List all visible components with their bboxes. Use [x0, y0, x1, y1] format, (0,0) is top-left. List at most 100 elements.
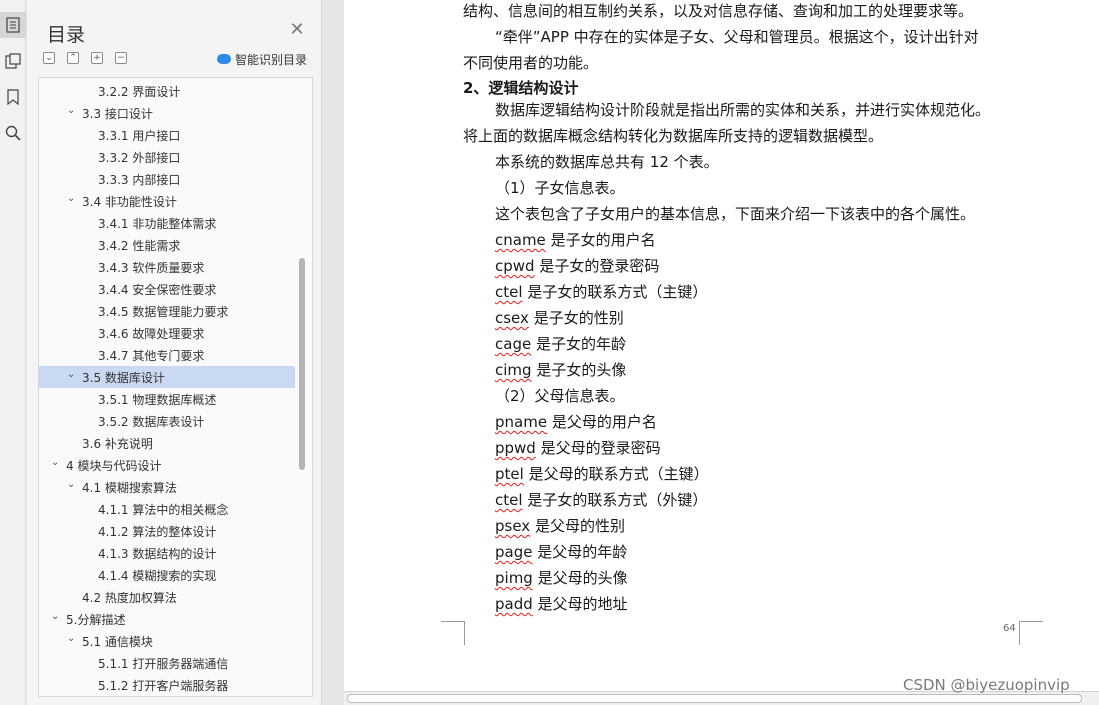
- toc-item[interactable]: 4.1.3 数据结构的设计: [39, 542, 295, 564]
- line-text: 是父母的地址: [537, 595, 628, 613]
- toc-item[interactable]: 4.2 热度加权算法: [39, 586, 295, 608]
- toc-item[interactable]: ⌄ 3.3 接口设计: [39, 102, 295, 124]
- line-text: 是父母的登录密码: [540, 439, 661, 457]
- document-paragraph-line: cage 是子女的年龄: [495, 334, 626, 354]
- document-paragraph-line: 数据库逻辑结构设计阶段就是指出所需的实体和关系，并进行实体规范化。: [495, 100, 990, 120]
- add-heading-icon[interactable]: +: [91, 52, 103, 64]
- chevron-down-icon[interactable]: ⌄: [67, 106, 77, 116]
- toc-scrollbar[interactable]: [294, 78, 312, 696]
- toc-item[interactable]: 3.4.3 软件质量要求: [39, 256, 295, 278]
- toc-item[interactable]: ⌄ 5.1 通信模块: [39, 630, 295, 652]
- document-paragraph-line: “牵伴”APP 中存在的实体是子女、父母和管理员。根据这个，设计出针对: [495, 27, 979, 47]
- toc-item[interactable]: 3.5.2 数据库表设计: [39, 410, 295, 432]
- toc-item-label: 5.1.2 打开客户端服务器: [98, 678, 229, 693]
- toc-item[interactable]: ⌄ 4 模块与代码设计: [39, 454, 295, 476]
- left-icon-rail: [0, 0, 26, 705]
- toc-item[interactable]: 3.2.2 界面设计: [39, 80, 295, 102]
- attribute-name: ctel: [495, 491, 523, 509]
- document-paragraph-line: ctel 是子女的联系方式（主键）: [495, 282, 707, 302]
- bookmark-icon[interactable]: [0, 84, 26, 110]
- toc-item-label: 4.2 热度加权算法: [82, 590, 177, 605]
- toc-item[interactable]: 3.6 补充说明: [39, 432, 295, 454]
- document-paragraph-line: 本系统的数据库总共有 12 个表。: [495, 152, 719, 172]
- toc-item[interactable]: 3.5.1 物理数据库概述: [39, 388, 295, 410]
- line-text: 不同使用者的功能。: [463, 54, 599, 72]
- document-heading: 2、逻辑结构设计: [463, 78, 578, 98]
- smart-recognize-toc-button[interactable]: 智能识别目录: [217, 50, 307, 68]
- watermark: CSDN @biyezuopinvip: [903, 676, 1070, 694]
- toc-item[interactable]: ⌄ 4.1 模糊搜索算法: [39, 476, 295, 498]
- toc-item-label: 5.分解描述: [66, 612, 126, 627]
- smart-recognize-label: 智能识别目录: [235, 52, 308, 67]
- toc-item-label: 3.4.1 非功能整体需求: [98, 216, 217, 231]
- line-text: 是子女的用户名: [550, 231, 656, 249]
- toc-item[interactable]: ⌄ 3.4 非功能性设计: [39, 190, 295, 212]
- attribute-name: cpwd: [495, 257, 535, 275]
- chevron-down-icon[interactable]: ⌄: [67, 480, 77, 490]
- document-paragraph-line: ctel 是子女的联系方式（外键）: [495, 490, 707, 510]
- toc-item[interactable]: 4.1.1 算法中的相关概念: [39, 498, 295, 520]
- toc-item[interactable]: 3.4.2 性能需求: [39, 234, 295, 256]
- search-icon[interactable]: [0, 120, 26, 146]
- close-icon[interactable]: ✕: [288, 21, 306, 39]
- attribute-name: page: [495, 543, 533, 561]
- line-text: 是父母的联系方式（主键）: [528, 465, 709, 483]
- toc-scrollbar-thumb[interactable]: [299, 258, 305, 470]
- toc-item[interactable]: 3.3.2 外部接口: [39, 146, 295, 168]
- toc-item[interactable]: 3.4.4 安全保密性要求: [39, 278, 295, 300]
- line-text: 是子女的年龄: [535, 335, 626, 353]
- toc-item-label: 3.4.5 数据管理能力要求: [98, 304, 229, 319]
- line-text: 是父母的用户名: [551, 413, 657, 431]
- document-paragraph-line: 不同使用者的功能。: [463, 53, 598, 73]
- document-paragraph-line: ptel 是父母的联系方式（主键）: [495, 464, 709, 484]
- toc-item[interactable]: 3.4.5 数据管理能力要求: [39, 300, 295, 322]
- toc-item[interactable]: 3.4.1 非功能整体需求: [39, 212, 295, 234]
- line-text: 本系统的数据库总共有 12 个表。: [495, 153, 719, 171]
- toc-item[interactable]: 3.4.7 其他专门要求: [39, 344, 295, 366]
- horizontal-scrollbar-thumb[interactable]: [347, 694, 1082, 703]
- toc-item[interactable]: ⌄ 3.5 数据库设计: [39, 366, 295, 388]
- toc-item[interactable]: 5.1.2 打开客户端服务器: [39, 674, 295, 696]
- toc-item-label: 3.6 补充说明: [82, 436, 153, 451]
- toc-item-label: 4.1.3 数据结构的设计: [98, 546, 217, 561]
- toc-item-label: 3.5.1 物理数据库概述: [98, 392, 217, 407]
- chevron-down-icon[interactable]: ⌄: [67, 370, 77, 380]
- line-text: 是子女的性别: [533, 309, 624, 327]
- toc-item[interactable]: 3.3.3 内部接口: [39, 168, 295, 190]
- toc-item-label: 4.1.1 算法中的相关概念: [98, 502, 229, 517]
- collapse-all-icon[interactable]: ⌄: [43, 52, 55, 64]
- chevron-down-icon[interactable]: ⌄: [67, 634, 77, 644]
- line-text: （2）父母信息表。: [495, 387, 625, 405]
- document-paragraph-line: 这个表包含了子女用户的基本信息，下面来介绍一下该表中的各个属性。: [495, 204, 975, 224]
- navigation-pane-icon[interactable]: [0, 48, 26, 74]
- toc-item[interactable]: 4.1.2 算法的整体设计: [39, 520, 295, 542]
- toc-panel-icon[interactable]: [0, 12, 26, 38]
- remove-heading-icon[interactable]: −: [115, 52, 127, 64]
- toc-item-label: 4.1.4 模糊搜索的实现: [98, 568, 217, 583]
- line-text: 是子女的登录密码: [539, 257, 660, 275]
- toc-item[interactable]: 5.1.1 打开服务器端通信: [39, 652, 295, 674]
- toc-item-label: 3.2.2 界面设计: [98, 84, 181, 99]
- document-page[interactable]: 结构、信息间的相互制约关系，以及对信息存储、查询和加工的处理要求等。 “牵伴”AP…: [344, 0, 1099, 691]
- toc-item[interactable]: 3.4.6 故障处理要求: [39, 322, 295, 344]
- chevron-down-icon[interactable]: ⌄: [67, 194, 77, 204]
- document-paragraph-line: cimg 是子女的头像: [495, 360, 626, 380]
- line-text: 是子女的联系方式（外键）: [527, 491, 708, 509]
- line-text: 2、逻辑结构设计: [463, 79, 579, 97]
- attribute-name: pimg: [495, 569, 533, 587]
- toc-item-label: 4 模块与代码设计: [66, 458, 162, 473]
- toc-item[interactable]: ⌄ 5.分解描述: [39, 608, 295, 630]
- chevron-down-icon[interactable]: ⌄: [51, 612, 61, 622]
- document-area: 结构、信息间的相互制约关系，以及对信息存储、查询和加工的处理要求等。 “牵伴”AP…: [323, 0, 1099, 705]
- toc-item[interactable]: 4.1.4 模糊搜索的实现: [39, 564, 295, 586]
- toc-item-label: 3.4 非功能性设计: [82, 194, 177, 209]
- document-paragraph-line: pimg 是父母的头像: [495, 568, 628, 588]
- document-paragraph-line: page 是父母的年龄: [495, 542, 627, 562]
- expand-all-icon[interactable]: ⌃: [67, 52, 79, 64]
- line-text: （1）子女信息表。: [495, 179, 625, 197]
- toc-item[interactable]: 3.3.1 用户接口: [39, 124, 295, 146]
- line-text: 将上面的数据库概念结构转化为数据库所支持的逻辑数据模型。: [463, 127, 884, 145]
- chevron-down-icon[interactable]: ⌄: [51, 458, 61, 468]
- line-text: “牵伴”APP 中存在的实体是子女、父母和管理员。根据这个，设计出针对: [495, 28, 979, 46]
- document-paragraph-line: pname 是父母的用户名: [495, 412, 657, 432]
